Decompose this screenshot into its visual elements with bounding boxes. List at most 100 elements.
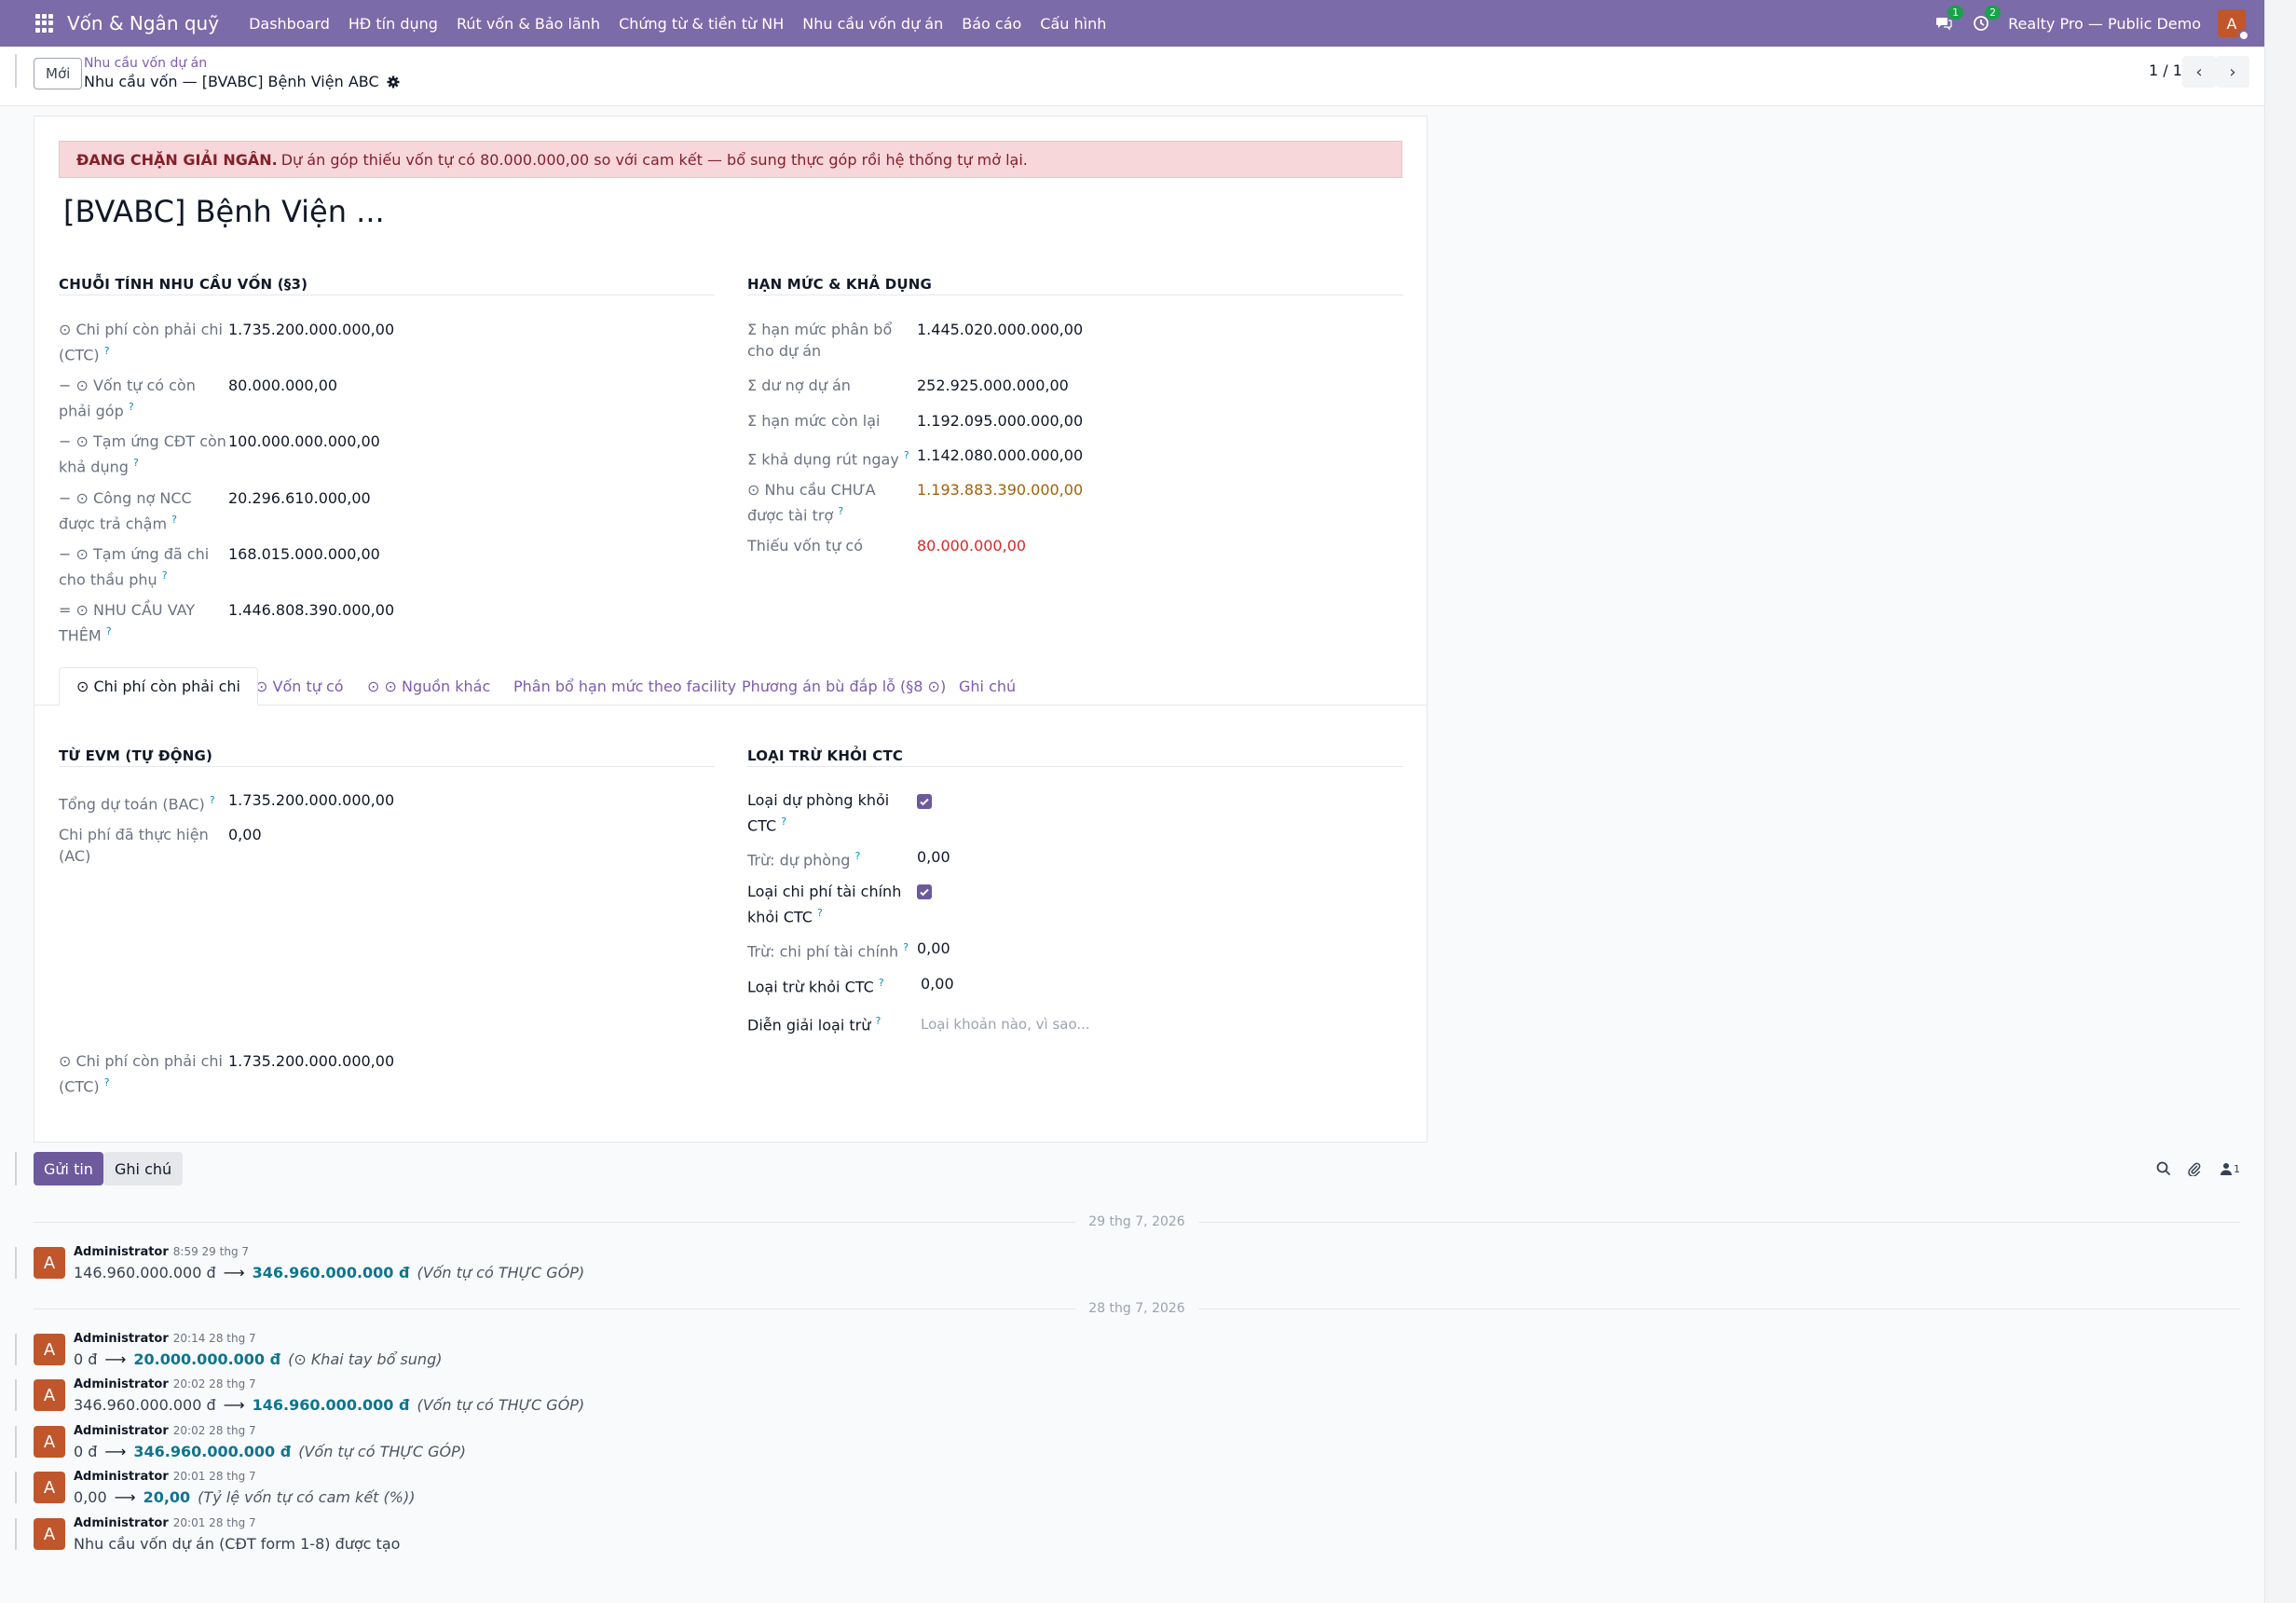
message-author[interactable]: Administrator 20:01 28 thg 7 [74, 1516, 256, 1530]
message-author[interactable]: Administrator 20:14 28 thg 7 [74, 1332, 256, 1346]
menu-dashboard[interactable]: Dashboard [239, 15, 339, 33]
message-author-name: Administrator [74, 1424, 169, 1438]
help-icon[interactable]: ? [903, 941, 909, 953]
exclude-label-contingency: Loại dự phòng khỏi CTC ? [747, 789, 915, 836]
chain-label-equity-text: − ⊙ Vốn tự có còn phải góp [59, 377, 196, 420]
message-author[interactable]: Administrator 20:02 28 thg 7 [74, 1377, 256, 1391]
tab-other-sources[interactable]: ⊙ ⊙ Nguồn khác [350, 667, 507, 705]
paperclip-icon[interactable] [2185, 1159, 2204, 1178]
message-divider [15, 1247, 17, 1279]
help-icon[interactable]: ? [904, 449, 909, 461]
limits-value-available: 1.142.080.000.000,00 [917, 446, 1084, 464]
menu-credit-contracts[interactable]: HĐ tín dụng [339, 15, 447, 33]
gear-icon[interactable] [387, 75, 400, 89]
evm-value-ctc: 1.735.200.000.000,00 [228, 1052, 395, 1070]
chain-label-ctc-text: ⊙ Chi phí còn phải chi (CTC) [59, 321, 223, 364]
menu-reports[interactable]: Báo cáo [952, 15, 1031, 33]
old-value: 0 đ [74, 1443, 98, 1460]
activities-clock-icon[interactable]: 2 [1971, 6, 2002, 34]
breadcrumb-current-label: Nhu cầu vốn — [BVABC] Bệnh Viện ABC [84, 73, 379, 90]
menu-capital-needs[interactable]: Nhu cầu vốn dự án [793, 15, 952, 33]
send-message-button[interactable]: Gửi tin [34, 1152, 103, 1185]
exclude-value-total[interactable]: 0,00 [921, 975, 954, 993]
message-avatar[interactable]: A [34, 1472, 65, 1503]
company-switcher[interactable]: Realty Pro — Public Demo [2008, 15, 2201, 33]
message-time: 8:59 29 thg 7 [172, 1245, 250, 1258]
message-author-name: Administrator [74, 1377, 169, 1391]
search-icon[interactable] [2154, 1159, 2173, 1178]
new-value: 20.000.000.000 đ [133, 1350, 281, 1368]
help-icon[interactable]: ? [106, 625, 112, 637]
user-avatar[interactable]: A [2218, 9, 2249, 41]
messages-icon[interactable]: 1 [1934, 6, 1964, 34]
message-time: 20:14 28 thg 7 [172, 1332, 256, 1345]
exclude-explain-input[interactable]: Loại khoản nào, vì sao... [921, 1016, 1090, 1033]
pager-next-button[interactable]: › [2216, 56, 2249, 88]
help-icon[interactable]: ? [875, 1015, 881, 1027]
pager-value[interactable]: 1 / 1 [2149, 62, 2182, 79]
chatter-divider [15, 1152, 17, 1185]
followers-count: 1 [2234, 1162, 2240, 1175]
right-scrollbar[interactable] [2264, 0, 2296, 1603]
menu-drawdown[interactable]: Rút vốn & Bảo lãnh [447, 15, 609, 33]
arrow-right-icon: ⟶ [114, 1488, 136, 1506]
tab-notes[interactable]: Ghi chú [942, 667, 1032, 705]
help-icon[interactable]: ? [104, 1076, 110, 1089]
exclude-label-finance: Loại chi phí tài chính khỏi CTC ? [747, 881, 915, 927]
message-avatar[interactable]: A [34, 1334, 65, 1365]
evm-label-ctc-text: ⊙ Chi phí còn phải chi (CTC) [59, 1052, 223, 1096]
chevron-right-icon: › [2229, 62, 2236, 82]
new-button[interactable]: Mới [34, 58, 83, 89]
message-author[interactable]: Administrator 20:02 28 thg 7 [74, 1424, 256, 1438]
evm-label-bac: Tổng dự toán (BAC) ? [59, 789, 226, 815]
message-avatar[interactable]: A [34, 1426, 65, 1458]
form-sheet [34, 116, 1428, 1143]
tab-facility-allocation[interactable]: Phân bổ hạn mức theo facility [497, 667, 753, 705]
limits-value-unfunded: 1.193.883.390.000,00 [917, 481, 1084, 499]
menu-documents[interactable]: Chứng từ & tiền từ NH [609, 15, 793, 33]
help-icon[interactable]: ? [133, 457, 139, 469]
status-dot-icon [2238, 30, 2249, 41]
finance-cost-checkbox[interactable] [917, 884, 932, 899]
tab-loss-compensation[interactable]: Phương án bù đắp lỗ (§8 ⊙) [725, 667, 963, 705]
help-icon[interactable]: ? [104, 345, 110, 357]
help-icon[interactable]: ? [838, 505, 843, 517]
record-title[interactable]: [BVABC] Bệnh Viện ... [63, 194, 385, 229]
exclude-label-total: Loại trừ khỏi CTC ? [747, 972, 915, 997]
message-avatar[interactable]: A [34, 1518, 65, 1550]
pager-previous-button[interactable]: ‹ [2182, 56, 2216, 88]
message-avatar[interactable]: A [34, 1247, 65, 1279]
chain-label-loan-need-text: = ⊙ NHU CẦU VAY THÊM [59, 601, 196, 645]
limits-value-allocated: 1.445.020.000.000,00 [917, 321, 1084, 338]
breadcrumb-parent[interactable]: Nhu cầu vốn dự án [84, 56, 207, 71]
message-author[interactable]: Administrator 8:59 29 thg 7 [74, 1245, 249, 1259]
help-icon[interactable]: ? [171, 514, 177, 526]
apps-grid-icon[interactable] [35, 14, 54, 33]
message-avatar[interactable]: A [34, 1379, 65, 1411]
message-author[interactable]: Administrator 20:01 28 thg 7 [74, 1470, 256, 1484]
exclude-label-minus-finance: Trừ: chi phí tài chính ? [747, 937, 915, 962]
followers-button[interactable]: 1 [2216, 1159, 2244, 1178]
help-icon[interactable]: ? [129, 401, 134, 413]
help-icon[interactable]: ? [879, 977, 884, 989]
exclude-label-total-text: Loại trừ khỏi CTC [747, 978, 874, 996]
limits-label-allocated: Σ hạn mức phân bổ cho dự án [747, 321, 893, 360]
help-icon[interactable]: ? [162, 569, 168, 582]
log-note-button[interactable]: Ghi chú [103, 1152, 184, 1185]
chain-value-subcontractor: 168.015.000.000,00 [228, 545, 380, 563]
help-icon[interactable]: ? [210, 794, 215, 806]
help-icon[interactable]: ? [781, 815, 786, 828]
app-title[interactable]: Vốn & Ngân quỹ [67, 12, 219, 34]
help-icon[interactable]: ? [854, 850, 860, 862]
evm-label-ctc: ⊙ Chi phí còn phải chi (CTC) ? [59, 1050, 226, 1097]
limits-label-unfunded: ⊙ Nhu cầu CHƯA được tài trợ ? [747, 479, 915, 526]
changed-field: (Vốn tự có THỰC GÓP) [417, 1396, 585, 1414]
help-icon[interactable]: ? [817, 907, 823, 919]
tab-remaining-cost[interactable]: ⊙ Chi phí còn phải chi [59, 667, 258, 706]
limits-value-outstanding: 252.925.000.000,00 [917, 377, 1069, 394]
menu-config[interactable]: Cấu hình [1031, 15, 1115, 33]
contingency-checkbox[interactable] [917, 794, 932, 809]
main-menu: Dashboard HĐ tín dụng Rút vốn & Bảo lãnh… [239, 15, 1115, 33]
message-body: 0,00 ⟶ 20,00 (Tỷ lệ vốn tự có cam kết (%)) [74, 1488, 415, 1506]
arrow-right-icon: ⟶ [223, 1396, 245, 1414]
